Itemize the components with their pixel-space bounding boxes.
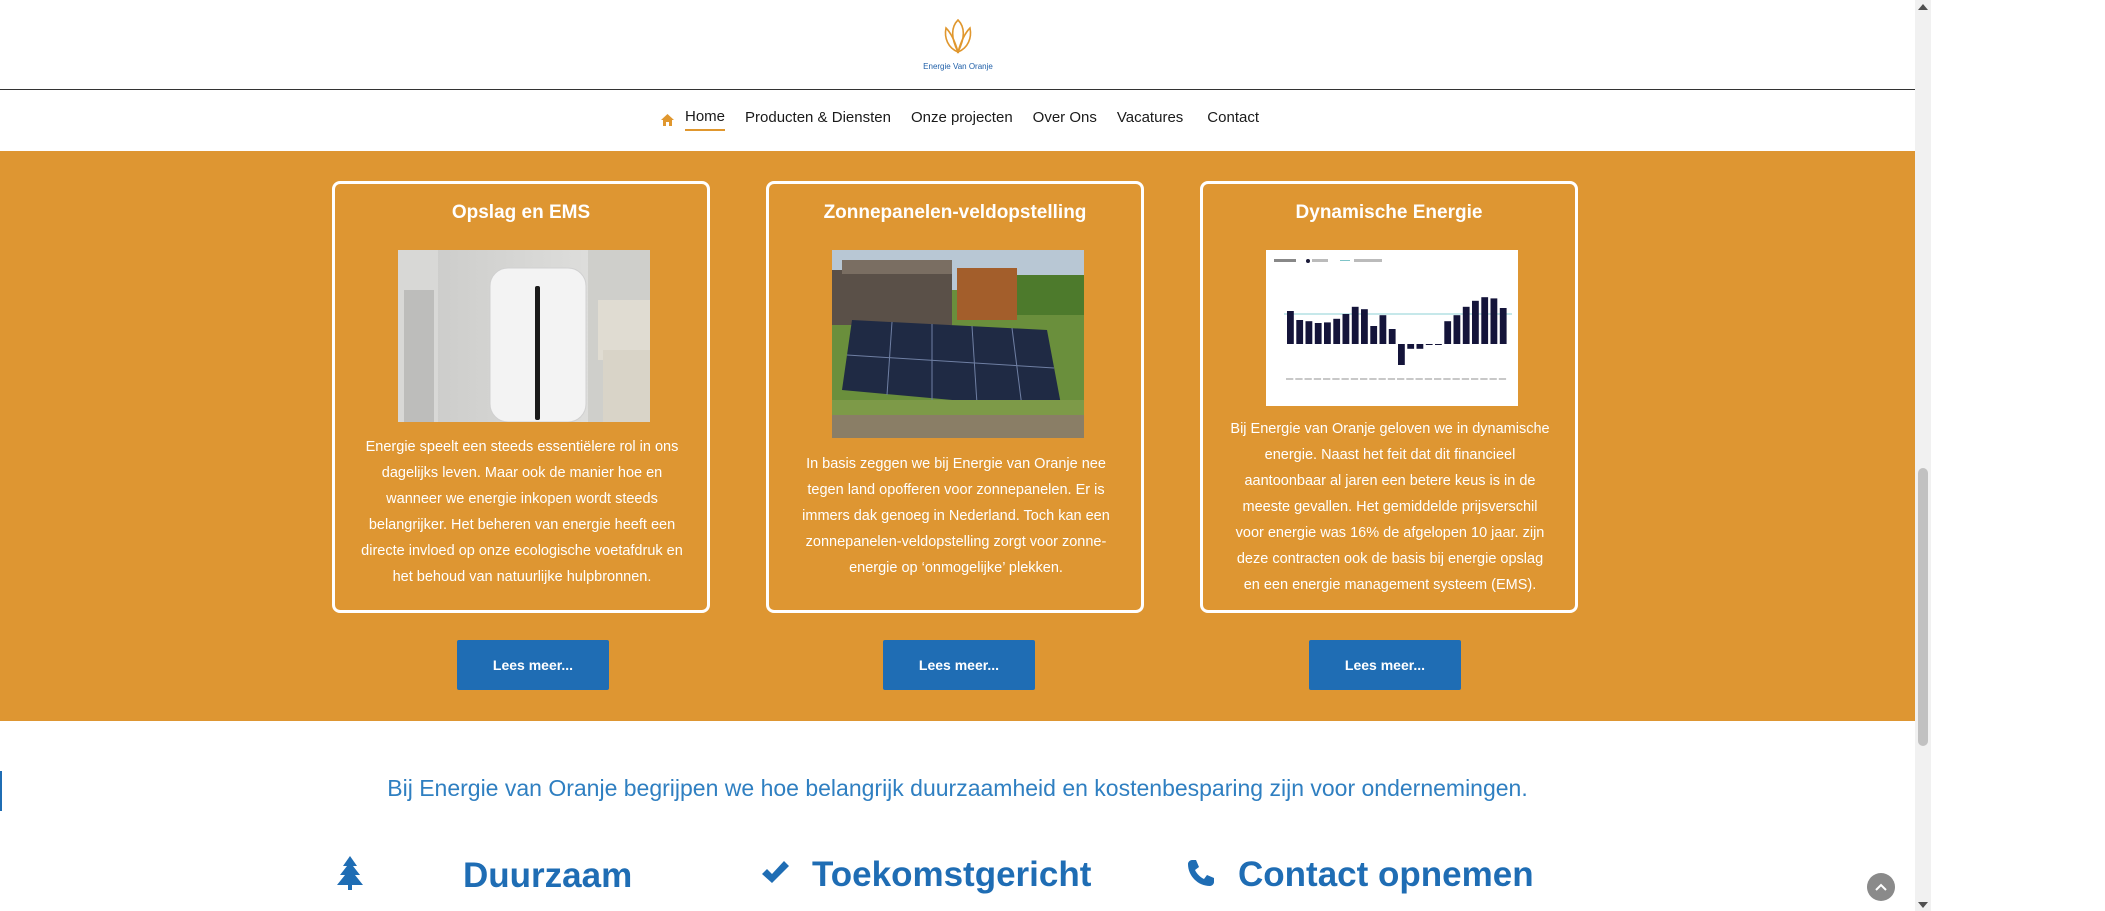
thumb-chart-bar [1379, 315, 1387, 344]
thumb-chart-tick [1332, 378, 1340, 380]
service-card-opslag: Opslag en EMS Energie speelt een steeds … [332, 181, 710, 613]
thumb-chart-tick [1397, 378, 1405, 380]
feature-title: Contact opnemen [1238, 855, 1534, 894]
service-card-dynamische-energie: Dynamische Energie Bij Energie van Oranj… [1200, 181, 1578, 613]
feature-title: Duurzaam [463, 855, 633, 895]
thumb-chart-tick [1369, 378, 1377, 380]
thumb-chart-bar [1444, 321, 1452, 344]
card-title: Opslag en EMS [451, 202, 591, 223]
thumb-chart-tick [1360, 378, 1368, 380]
site-logo[interactable]: Energie Van Oranje [918, 16, 998, 74]
nav-item-onze-projecten[interactable]: Onze projecten [911, 109, 1013, 130]
page: Energie Van Oranje Home Producten & Dien… [0, 0, 1915, 911]
card-title: Dynamische Energie [1295, 202, 1483, 223]
thumb-chart-tick [1286, 378, 1294, 380]
thumb-chart-tick [1341, 378, 1349, 380]
thumb-chart-bar [1490, 298, 1498, 344]
logo-text: Energie Van Oranje [923, 62, 993, 71]
thumb-chart-bar [1370, 326, 1378, 344]
page-scrollbar[interactable] [1915, 0, 1931, 911]
thumb-chart-tick [1452, 378, 1460, 380]
thumb-chart-tick [1406, 378, 1414, 380]
thumb-chart-bar [1453, 315, 1461, 344]
thumb-chart-bar [1407, 344, 1415, 349]
thumb-chart-bar [1472, 300, 1479, 344]
thumb-chart-tick [1387, 378, 1396, 380]
thumb-chart-bar [1342, 314, 1350, 344]
thumb-chart-tick [1378, 378, 1386, 380]
thumb-chart-tick [1498, 378, 1507, 380]
tree-icon [335, 855, 365, 896]
scroll-up-arrow-icon[interactable] [1918, 4, 1928, 10]
nav-item-vacatures[interactable]: Vacatures [1117, 109, 1183, 130]
thumb-chart-tick [1461, 378, 1470, 380]
header: Energie Van Oranje [0, 0, 1915, 90]
thumb-chart-bar [1333, 318, 1341, 344]
lees-meer-button-opslag[interactable]: Lees meer... [457, 640, 609, 690]
solar-field-photo [832, 250, 1084, 438]
nav-item-home[interactable]: Home [685, 108, 726, 131]
check-icon [760, 859, 790, 892]
thumb-chart-tick [1434, 378, 1442, 380]
thumb-chart-bar [1351, 306, 1359, 344]
scroll-to-top-button[interactable] [1867, 873, 1895, 901]
thumb-chart-tick [1304, 378, 1312, 380]
feature-duurzaam: Duurzaam [335, 855, 632, 896]
chevron-up-icon [1875, 883, 1887, 891]
feature-title: Toekomstgericht [812, 855, 1092, 894]
thumb-chart-bar [1425, 344, 1433, 345]
card-text: Energie speelt een steeds essentiëlere r… [361, 439, 683, 585]
thumb-chart-tick [1295, 378, 1303, 380]
feature-toekomstgericht: Toekomstgericht [760, 855, 1091, 895]
thumb-chart-bar [1499, 308, 1507, 344]
thumb-chart-bar [1324, 322, 1331, 344]
thumb-chart-tick [1489, 378, 1497, 380]
nav-item-over-ons[interactable]: Over Ons [1033, 109, 1097, 130]
feature-contact-opnemen[interactable]: Contact opnemen [1186, 855, 1534, 895]
thumb-chart-bar [1388, 329, 1396, 344]
thumb-chart-bar [1287, 311, 1294, 344]
scroll-down-arrow-icon[interactable] [1918, 902, 1928, 908]
main-nav: Home Producten & Diensten Onze projecten… [0, 90, 1915, 150]
thumb-chart-bar [1314, 323, 1322, 344]
service-card-zonnepanelen: Zonnepanelen-veldopstelling In basis zeg… [766, 181, 1144, 613]
thumb-chart-bar [1462, 306, 1470, 344]
tagline: Bij Energie van Oranje begrijpen we hoe … [387, 775, 1528, 801]
card-text: In basis zeggen we bij Energie van Oranj… [802, 456, 1110, 576]
thumb-chart-tick [1424, 378, 1433, 380]
thumb-chart-bar [1361, 309, 1368, 344]
thumb-chart-bar [1481, 297, 1489, 344]
thumb-chart-tick [1313, 378, 1322, 380]
thumb-chart-tick [1350, 378, 1359, 380]
thumb-chart-bar [1435, 344, 1442, 345]
card-text: Bij Energie van Oranje geloven we in dyn… [1230, 421, 1550, 593]
thumb-chart-bar [1305, 321, 1313, 344]
price-chart-thumbnail [1266, 250, 1518, 406]
thumb-chart-tick [1471, 378, 1479, 380]
thumb-chart-bar [1296, 320, 1304, 344]
thumb-chart-tick [1415, 378, 1423, 380]
card-title: Zonnepanelen-veldopstelling [823, 202, 1087, 223]
battery-photo [398, 250, 650, 423]
lees-meer-button-zonnepanelen[interactable]: Lees meer... [883, 640, 1035, 690]
thumb-chart-tick [1480, 378, 1488, 380]
lees-meer-button-dynamische-energie[interactable]: Lees meer... [1309, 640, 1461, 690]
thumb-chart-bar [1398, 344, 1405, 365]
services-section: Opslag en EMS Energie speelt een steeds … [0, 151, 1915, 721]
thumb-chart-tick [1443, 378, 1451, 380]
phone-icon [1186, 858, 1216, 893]
scrollbar-thumb[interactable] [1918, 468, 1928, 746]
thumb-chart-tick [1323, 378, 1331, 380]
tulip-logo-icon [944, 18, 972, 54]
home-icon[interactable] [660, 113, 675, 127]
nav-item-producten-diensten[interactable]: Producten & Diensten [745, 109, 891, 130]
nav-item-contact[interactable]: Contact [1207, 109, 1259, 130]
thumb-chart-bar [1416, 344, 1424, 349]
